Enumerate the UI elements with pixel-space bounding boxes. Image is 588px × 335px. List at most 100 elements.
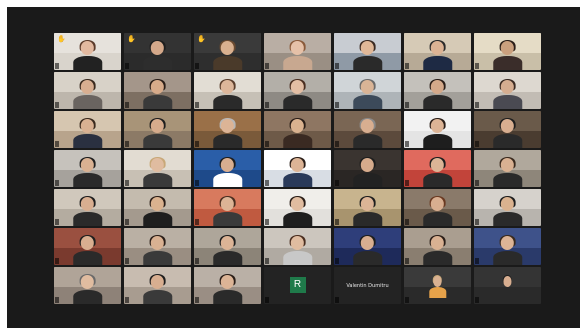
participant-name-tag bbox=[55, 141, 59, 147]
participant-tile[interactable] bbox=[474, 72, 541, 109]
participant-grid: ✋ ✋ ✋ R Valentin Dumitru bbox=[54, 33, 541, 304]
participant-face bbox=[291, 236, 304, 250]
participant-figure bbox=[212, 39, 243, 70]
participant-face bbox=[501, 41, 514, 55]
participant-name-tag bbox=[405, 258, 409, 264]
participant-tile[interactable] bbox=[404, 72, 471, 109]
participant-figure bbox=[422, 39, 453, 70]
participant-figure bbox=[498, 275, 517, 298]
participant-torso bbox=[212, 290, 243, 304]
participant-torso bbox=[422, 134, 453, 148]
participant-tile[interactable] bbox=[124, 72, 191, 109]
participant-face bbox=[291, 197, 304, 211]
participant-face bbox=[221, 236, 234, 250]
participant-tile[interactable] bbox=[404, 33, 471, 70]
participant-tile[interactable]: ✋ bbox=[54, 33, 121, 70]
participant-face bbox=[501, 197, 514, 211]
participant-face bbox=[221, 119, 234, 133]
participant-face bbox=[361, 119, 374, 133]
meeting-window: ✋ ✋ ✋ R Valentin Dumitru bbox=[7, 7, 580, 328]
participant-figure bbox=[352, 195, 383, 226]
participant-tile[interactable] bbox=[404, 267, 471, 304]
participant-tile[interactable] bbox=[194, 111, 261, 148]
participant-tile[interactable] bbox=[474, 189, 541, 226]
participant-face bbox=[361, 80, 374, 94]
participant-tile[interactable] bbox=[474, 33, 541, 70]
participant-tile[interactable] bbox=[124, 267, 191, 304]
participant-tile[interactable] bbox=[264, 72, 331, 109]
participant-tile[interactable] bbox=[404, 189, 471, 226]
participant-name-tag bbox=[195, 63, 199, 69]
participant-tile[interactable] bbox=[54, 189, 121, 226]
participant-figure bbox=[72, 195, 103, 226]
participant-name-tag bbox=[55, 180, 59, 186]
participant-name-tag bbox=[195, 102, 199, 108]
participant-tile[interactable] bbox=[54, 150, 121, 187]
participant-name-tag bbox=[265, 180, 269, 186]
participant-tile[interactable] bbox=[194, 72, 261, 109]
participant-tile[interactable] bbox=[54, 267, 121, 304]
participant-tile[interactable]: ✋ bbox=[194, 33, 261, 70]
participant-tile[interactable] bbox=[194, 228, 261, 265]
participant-tile[interactable]: ✋ bbox=[124, 33, 191, 70]
participant-tile[interactable] bbox=[54, 111, 121, 148]
participant-name-tag bbox=[475, 258, 479, 264]
participant-figure bbox=[352, 156, 383, 187]
participant-tile[interactable] bbox=[474, 111, 541, 148]
participant-tile[interactable] bbox=[54, 72, 121, 109]
participant-torso bbox=[212, 56, 243, 70]
participant-tile[interactable] bbox=[124, 228, 191, 265]
participant-figure bbox=[282, 156, 313, 187]
participant-tile[interactable]: R bbox=[264, 267, 331, 304]
participant-face bbox=[431, 41, 444, 55]
participant-tile[interactable] bbox=[334, 228, 401, 265]
participant-tile[interactable] bbox=[124, 111, 191, 148]
participant-figure bbox=[72, 156, 103, 187]
participant-tile[interactable] bbox=[474, 228, 541, 265]
participant-tile[interactable] bbox=[194, 267, 261, 304]
participant-tile[interactable] bbox=[474, 267, 541, 304]
participant-tile[interactable]: Valentin Dumitru bbox=[334, 267, 401, 304]
participant-face bbox=[221, 158, 234, 172]
participant-tile[interactable] bbox=[124, 150, 191, 187]
participant-tile[interactable] bbox=[404, 228, 471, 265]
avatar-initial: R bbox=[289, 276, 306, 293]
participant-tile[interactable] bbox=[264, 33, 331, 70]
participant-figure bbox=[142, 273, 173, 304]
participant-name-tag bbox=[405, 63, 409, 69]
participant-torso bbox=[282, 173, 313, 187]
participant-figure bbox=[142, 195, 173, 226]
participant-figure bbox=[142, 156, 173, 187]
participant-tile[interactable] bbox=[404, 150, 471, 187]
participant-name-tag bbox=[195, 297, 199, 303]
participant-tile[interactable] bbox=[334, 72, 401, 109]
participant-tile[interactable] bbox=[264, 189, 331, 226]
participant-tile[interactable] bbox=[334, 189, 401, 226]
participant-figure bbox=[72, 273, 103, 304]
participant-face bbox=[361, 236, 374, 250]
participant-tile[interactable] bbox=[334, 33, 401, 70]
participant-tile[interactable] bbox=[264, 111, 331, 148]
participant-name-tag bbox=[125, 219, 129, 225]
participant-name-tag bbox=[405, 219, 409, 225]
participant-torso bbox=[72, 251, 103, 265]
participant-name-tag bbox=[335, 297, 339, 303]
participant-face bbox=[291, 158, 304, 172]
participant-tile[interactable] bbox=[264, 150, 331, 187]
participant-name-tag bbox=[125, 258, 129, 264]
participant-tile[interactable] bbox=[194, 189, 261, 226]
participant-tile[interactable] bbox=[334, 150, 401, 187]
participant-tile[interactable] bbox=[54, 228, 121, 265]
participant-tile[interactable] bbox=[264, 228, 331, 265]
participant-tile[interactable] bbox=[334, 111, 401, 148]
participant-torso bbox=[72, 134, 103, 148]
participant-name-tag bbox=[405, 297, 409, 303]
participant-tile[interactable] bbox=[474, 150, 541, 187]
participant-figure bbox=[352, 39, 383, 70]
participant-tile[interactable] bbox=[194, 150, 261, 187]
participant-torso bbox=[282, 95, 313, 109]
participant-name-tag bbox=[195, 258, 199, 264]
participant-tile[interactable] bbox=[404, 111, 471, 148]
participant-tile[interactable] bbox=[124, 189, 191, 226]
participant-name-tag bbox=[265, 219, 269, 225]
